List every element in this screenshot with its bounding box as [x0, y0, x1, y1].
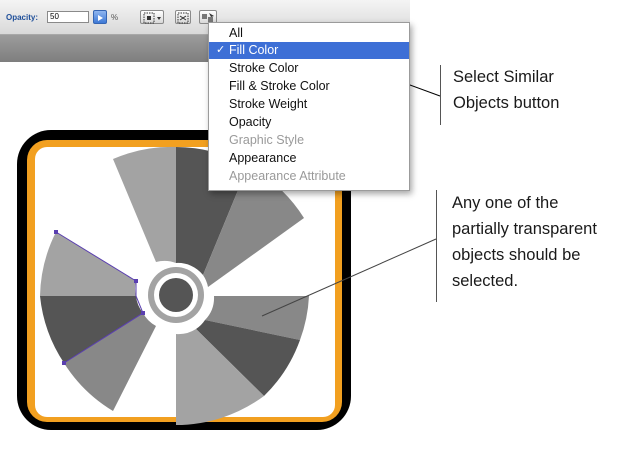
align-button[interactable] — [140, 10, 164, 24]
menu-item-appearance-attribute: Appearance Attribute — [209, 168, 409, 185]
callout-transparent-line1: Any one of the — [452, 194, 559, 212]
callout-transparent-line2: partially transparent — [452, 220, 597, 238]
menu-item-label: Stroke Weight — [229, 97, 308, 111]
callout-bar-transparent — [436, 190, 437, 302]
transform-icon — [177, 12, 189, 24]
opacity-unit: % — [111, 13, 119, 22]
align-icon — [143, 12, 161, 24]
menu-item-graphic-style: Graphic Style — [209, 132, 409, 149]
callout-select-similar-line1: Select Similar — [453, 68, 554, 86]
menu-item-stroke-color[interactable]: Stroke Color — [209, 60, 409, 77]
checkmark-icon: ✓ — [216, 44, 226, 56]
opacity-input[interactable] — [47, 11, 89, 23]
menu-item-label: Fill & Stroke Color — [229, 79, 330, 93]
menu-item-opacity[interactable]: Opacity — [209, 114, 409, 131]
select-similar-menu: All ✓ Fill Color Stroke Color Fill & Stro… — [208, 22, 410, 191]
menu-item-label: All — [229, 26, 243, 40]
opacity-dropdown-button[interactable] — [93, 10, 107, 24]
menu-item-fill-color[interactable]: ✓ Fill Color — [209, 42, 409, 59]
callout-transparent-line4: selected. — [452, 272, 519, 290]
dropdown-arrow-icon — [98, 15, 103, 21]
callout-bar-select-similar — [440, 65, 441, 125]
menu-item-label: Fill Color — [229, 43, 279, 57]
transform-button[interactable] — [175, 10, 191, 24]
menu-item-fill-stroke-color[interactable]: Fill & Stroke Color — [209, 78, 409, 95]
menu-item-label: Appearance — [229, 151, 297, 165]
menu-item-all[interactable]: All — [209, 25, 409, 42]
callout-select-similar-line2: Objects button — [453, 94, 560, 112]
menu-item-label: Appearance Attribute — [229, 169, 346, 183]
opacity-label: Opacity: — [6, 13, 39, 22]
menu-item-stroke-weight[interactable]: Stroke Weight — [209, 96, 409, 113]
menu-item-label: Opacity — [229, 115, 272, 129]
menu-item-label: Graphic Style — [229, 133, 305, 147]
menu-item-appearance[interactable]: Appearance — [209, 150, 409, 167]
menu-item-label: Stroke Color — [229, 61, 299, 75]
center-hub — [159, 278, 193, 312]
callout-transparent-line3: objects should be — [452, 246, 581, 264]
